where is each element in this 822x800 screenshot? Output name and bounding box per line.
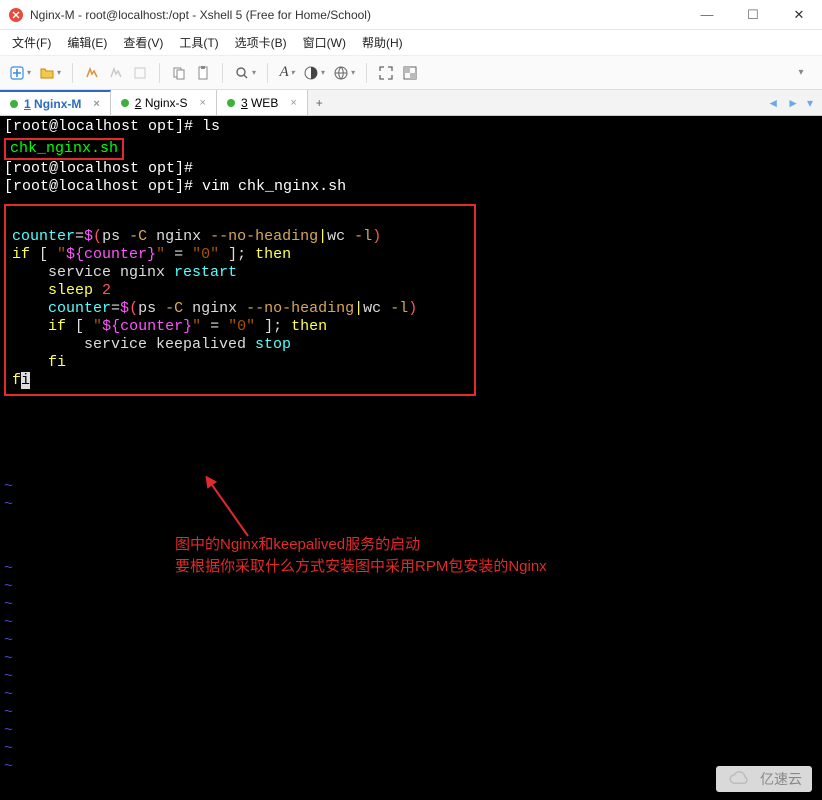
- highlighted-file: chk_nginx.sh: [4, 138, 124, 160]
- tilde-line: ~: [4, 632, 13, 650]
- session-tabbar: 1 Nginx-M × 2 Nginx-S × 3 WEB × + ◄ ► ▾: [0, 90, 822, 116]
- new-session-button[interactable]: [6, 61, 34, 85]
- tilde-line: ~: [4, 596, 13, 614]
- script-highlight-box: counter=$(ps -C nginx --no-heading|wc -l…: [4, 204, 476, 396]
- tab-number: 2: [135, 96, 142, 110]
- tab-nginx-m[interactable]: 1 Nginx-M ×: [0, 90, 111, 115]
- menu-edit[interactable]: 编辑(E): [61, 31, 113, 54]
- tab-label: Nginx-M: [34, 97, 81, 111]
- tab-next-button[interactable]: ►: [784, 96, 802, 110]
- watermark: 亿速云: [716, 766, 812, 792]
- copy-button[interactable]: [168, 61, 190, 85]
- menu-window[interactable]: 窗口(W): [297, 31, 352, 54]
- tilde-line: ~: [4, 686, 13, 704]
- paste-button[interactable]: [192, 61, 214, 85]
- terminal-line: chk_nginx.sh: [4, 136, 818, 160]
- tab-list-button[interactable]: ▾: [804, 96, 816, 110]
- tilde-line: ~: [4, 496, 13, 514]
- encoding-button[interactable]: [330, 61, 358, 85]
- terminal-line: [root@localhost opt]# ls: [4, 118, 818, 136]
- tab-close-icon[interactable]: ×: [93, 98, 99, 110]
- tab-prev-button[interactable]: ◄: [764, 96, 782, 110]
- disconnect-button[interactable]: [105, 61, 127, 85]
- tab-navigation: ◄ ► ▾: [758, 90, 822, 115]
- tilde-line: ~: [4, 758, 13, 776]
- vim-empty-lines: ~ ~ ~ ~ ~ ~ ~ ~ ~ ~ ~ ~ ~ ~: [4, 478, 13, 776]
- tilde-line: ~: [4, 650, 13, 668]
- tilde-line: ~: [4, 560, 13, 578]
- font-button[interactable]: A: [276, 61, 298, 85]
- menu-tools[interactable]: 工具(T): [173, 31, 224, 54]
- tab-add-button[interactable]: +: [308, 90, 331, 115]
- find-button[interactable]: [231, 61, 259, 85]
- menubar: 文件(F) 编辑(E) 查看(V) 工具(T) 选项卡(B) 窗口(W) 帮助(…: [0, 30, 822, 56]
- tab-number: 1: [24, 97, 31, 111]
- annotation-text: 图中的Nginx和keepalived服务的启动 要根据你采取什么方式安装图中采…: [175, 534, 547, 578]
- close-button[interactable]: ✕: [776, 0, 822, 30]
- color-scheme-button[interactable]: [300, 61, 328, 85]
- tilde-line: ~: [4, 578, 13, 596]
- menu-tab[interactable]: 选项卡(B): [229, 31, 293, 54]
- tab-number: 3: [241, 96, 248, 110]
- terminal-pane[interactable]: [root@localhost opt]# ls chk_nginx.sh [r…: [0, 116, 822, 800]
- transparency-button[interactable]: [399, 61, 421, 85]
- menu-help[interactable]: 帮助(H): [356, 31, 409, 54]
- window-controls: — ☐ ✕: [684, 0, 822, 30]
- menu-view[interactable]: 查看(V): [117, 31, 169, 54]
- reconnect-button[interactable]: [81, 61, 103, 85]
- status-dot-icon: [227, 99, 235, 107]
- tab-close-icon[interactable]: ×: [290, 97, 296, 109]
- tilde-line: ~: [4, 668, 13, 686]
- terminal-line: [root@localhost opt]# vim chk_nginx.sh: [4, 178, 818, 196]
- tilde-line: ~: [4, 704, 13, 722]
- terminal-line: [root@localhost opt]#: [4, 160, 818, 178]
- tab-label: WEB: [251, 96, 278, 110]
- menu-file[interactable]: 文件(F): [6, 31, 57, 54]
- window-title: Nginx-M - root@localhost:/opt - Xshell 5…: [30, 8, 684, 22]
- status-dot-icon: [10, 100, 18, 108]
- toolbar: A ▾: [0, 56, 822, 90]
- window-titlebar: Nginx-M - root@localhost:/opt - Xshell 5…: [0, 0, 822, 30]
- status-dot-icon: [121, 99, 129, 107]
- toolbar-overflow-button[interactable]: ▾: [790, 61, 812, 85]
- tab-close-icon[interactable]: ×: [200, 97, 206, 109]
- tilde-line: ~: [4, 614, 13, 632]
- tab-nginx-s[interactable]: 2 Nginx-S ×: [111, 90, 217, 115]
- tab-label: Nginx-S: [145, 96, 188, 110]
- minimize-button[interactable]: —: [684, 0, 730, 30]
- watermark-text: 亿速云: [760, 770, 802, 788]
- app-icon: [8, 7, 24, 23]
- tilde-line: ~: [4, 722, 13, 740]
- properties-button[interactable]: [129, 61, 151, 85]
- tilde-line: ~: [4, 740, 13, 758]
- cloud-icon: [726, 770, 754, 788]
- annotation-line: 图中的Nginx和keepalived服务的启动: [175, 534, 547, 556]
- tab-web[interactable]: 3 WEB ×: [217, 90, 308, 115]
- annotation-line: 要根据你采取什么方式安装图中采用RPM包安装的Nginx: [175, 556, 547, 578]
- open-button[interactable]: [36, 61, 64, 85]
- fullscreen-button[interactable]: [375, 61, 397, 85]
- maximize-button[interactable]: ☐: [730, 0, 776, 30]
- script-content: counter=$(ps -C nginx --no-heading|wc -l…: [12, 210, 468, 390]
- tilde-line: ~: [4, 478, 13, 496]
